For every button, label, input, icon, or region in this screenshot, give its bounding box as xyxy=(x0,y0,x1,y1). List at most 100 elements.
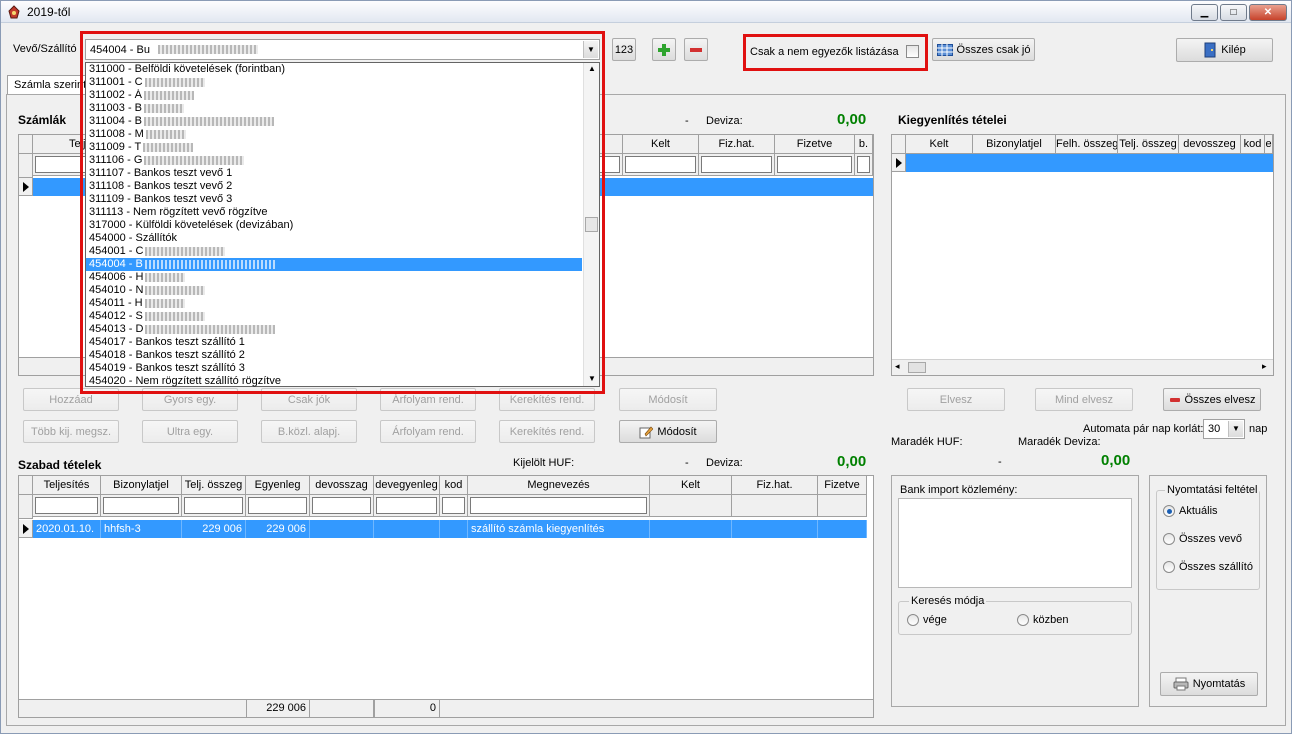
sz-header-kod[interactable]: kod xyxy=(440,476,468,495)
filter-cell xyxy=(818,495,867,517)
sz-header-teljesites[interactable]: Teljesítés xyxy=(33,476,101,495)
radio-osszes-szallito[interactable]: Összes szállító xyxy=(1163,561,1253,573)
col-header-fizetve[interactable]: Fizetve xyxy=(775,135,855,154)
filter-cell[interactable] xyxy=(101,495,182,517)
kieg-header-e[interactable]: e xyxy=(1265,135,1273,154)
radio-vege[interactable]: vége xyxy=(907,614,947,626)
filter-cell[interactable] xyxy=(310,495,374,517)
edit-icon xyxy=(639,426,654,438)
table-row[interactable]: 2020.01.10. hhfsh-3 229 006 229 006 szál… xyxy=(33,520,867,538)
sz-header-fizetve[interactable]: Fizetve xyxy=(818,476,867,495)
automata-select[interactable]: 30 ▼ xyxy=(1203,419,1245,439)
col-header-fizhat[interactable]: Fiz.hat. xyxy=(699,135,775,154)
sz-header-kelt[interactable]: Kelt xyxy=(650,476,732,495)
cell-devosszag xyxy=(310,520,374,538)
scroll-left-icon[interactable]: ◂ xyxy=(895,361,900,372)
col-header-kelt[interactable]: Kelt xyxy=(623,135,699,154)
bkozl-alapj-button[interactable]: B.közl. alapj. xyxy=(261,420,357,443)
horizontal-scrollbar[interactable]: ◂ ▸ xyxy=(892,359,1273,375)
kereses-modja-group: Keresés módja vége közben xyxy=(898,595,1132,635)
grid-settings-icon[interactable] xyxy=(19,135,33,154)
radio-dot xyxy=(1017,614,1029,626)
filter-cell[interactable] xyxy=(182,495,246,517)
kieg-header-telj-osszeg[interactable]: Telj. összeg xyxy=(1118,135,1179,154)
cell-bizonylatjel: hhfsh-3 xyxy=(101,520,182,538)
kiegyenlites-grid[interactable]: Kelt Bizonylatjel Felh. összeg Telj. öss… xyxy=(891,134,1274,376)
sz-header-megnevezes[interactable]: Megnevezés xyxy=(468,476,650,495)
radio-osszes-vevo[interactable]: Összes vevő xyxy=(1163,533,1242,545)
print-button[interactable]: Nyomtatás xyxy=(1160,672,1258,696)
scroll-thumb[interactable] xyxy=(908,362,926,373)
close-button[interactable]: ✕ xyxy=(1249,4,1287,21)
ultra-egy-button[interactable]: Ultra egy. xyxy=(142,420,238,443)
kieg-header-bizonylatjel[interactable]: Bizonylatjel xyxy=(973,135,1056,154)
maximize-button[interactable]: □ xyxy=(1220,4,1247,21)
modosit-button-2[interactable]: Módosít xyxy=(619,420,717,443)
kieg-header-kod[interactable]: kod xyxy=(1241,135,1265,154)
radio-aktualis[interactable]: Aktuális xyxy=(1163,505,1218,517)
sz-header-devegyenleg[interactable]: devegyenleg xyxy=(374,476,440,495)
filter-fizetve[interactable] xyxy=(775,154,855,176)
maradek-deviza-label: Maradék Deviza: xyxy=(1018,436,1101,448)
remove-button[interactable] xyxy=(684,38,708,61)
cell-fizetve xyxy=(818,520,867,538)
kieg-header-devosszeg[interactable]: devosszeg xyxy=(1179,135,1241,154)
sz-header-egyenleg[interactable]: Egyenleg xyxy=(246,476,310,495)
minus-icon xyxy=(1169,397,1180,402)
tab-label: Számla szerint xyxy=(14,79,87,91)
number-button[interactable]: 123 xyxy=(612,38,636,61)
exit-button[interactable]: Kilép xyxy=(1176,38,1273,62)
tobb-kij-megsz-button[interactable]: Több kij. megsz. xyxy=(23,420,119,443)
minimize-button[interactable]: ▁ xyxy=(1191,4,1218,21)
maradek-deviza-value: 0,00 xyxy=(1101,452,1131,469)
table-row[interactable] xyxy=(906,154,1273,172)
elvesz-button[interactable]: Elvesz xyxy=(907,388,1005,411)
filter-fizhat[interactable] xyxy=(699,154,775,176)
modosit-button-1[interactable]: Módosít xyxy=(619,388,717,411)
footer-cell xyxy=(310,700,374,717)
filter-icon xyxy=(19,154,33,178)
mind-elvesz-button[interactable]: Mind elvesz xyxy=(1035,388,1133,411)
arfolyam-rend-button-2[interactable]: Árfolyam rend. xyxy=(380,420,476,443)
filter-cell[interactable] xyxy=(33,495,101,517)
cell-egyenleg: 229 006 xyxy=(246,520,310,538)
door-icon xyxy=(1204,42,1216,58)
filter-cell[interactable] xyxy=(374,495,440,517)
kieg-header-kelt[interactable]: Kelt xyxy=(906,135,973,154)
exit-label: Kilép xyxy=(1221,44,1246,56)
filter-cell[interactable] xyxy=(440,495,468,517)
add-button[interactable] xyxy=(652,38,676,61)
filter-cell[interactable] xyxy=(468,495,650,517)
kieg-header-felh-osszeg[interactable]: Felh. összeg xyxy=(1056,135,1118,154)
all-only-good-button[interactable]: Összes csak jó xyxy=(932,38,1035,61)
osszes-elvesz-label: Összes elvesz xyxy=(1184,393,1256,406)
grid-settings-icon[interactable] xyxy=(19,476,33,495)
filter-b[interactable] xyxy=(855,154,873,176)
bank-import-textarea[interactable] xyxy=(898,498,1132,588)
window-title: 2019-től xyxy=(27,5,71,19)
col-header-b[interactable]: b. xyxy=(855,135,873,154)
print-options-group: Nyomtatási feltétel Aktuális Összes vevő… xyxy=(1156,484,1260,590)
bank-import-panel: Bank import közlemény: Keresés módja vég… xyxy=(891,475,1139,707)
printer-icon xyxy=(1173,677,1189,691)
sz-header-devosszag[interactable]: devosszag xyxy=(310,476,374,495)
sz-header-bizonylatjel[interactable]: Bizonylatjel xyxy=(101,476,182,495)
all-only-good-label: Összes csak jó xyxy=(956,43,1031,56)
sz-header-fizhat[interactable]: Fiz.hat. xyxy=(732,476,818,495)
chevron-down-icon[interactable]: ▼ xyxy=(1228,421,1243,437)
maradek-huf-value: - xyxy=(998,456,1002,468)
radio-kozben[interactable]: közben xyxy=(1017,614,1068,626)
szabad-grid[interactable]: Teljesítés Bizonylatjel Telj. összeg Egy… xyxy=(18,475,874,718)
szamlak-title: Számlák xyxy=(18,113,67,127)
sz-header-telj-osszeg[interactable]: Telj. összeg xyxy=(182,476,246,495)
filter-kelt[interactable] xyxy=(623,154,699,176)
row-indicator xyxy=(19,520,33,538)
grid-corner xyxy=(892,135,906,154)
osszes-elvesz-button[interactable]: Összes elvesz xyxy=(1163,388,1261,411)
radio-vege-label: vége xyxy=(923,614,947,626)
radio-dot xyxy=(1163,533,1175,545)
radio-dot-checked xyxy=(1163,505,1175,517)
filter-cell[interactable] xyxy=(246,495,310,517)
scroll-right-icon[interactable]: ▸ xyxy=(1262,361,1267,372)
kerekites-rend-button-2[interactable]: Kerekítés rend. xyxy=(499,420,595,443)
